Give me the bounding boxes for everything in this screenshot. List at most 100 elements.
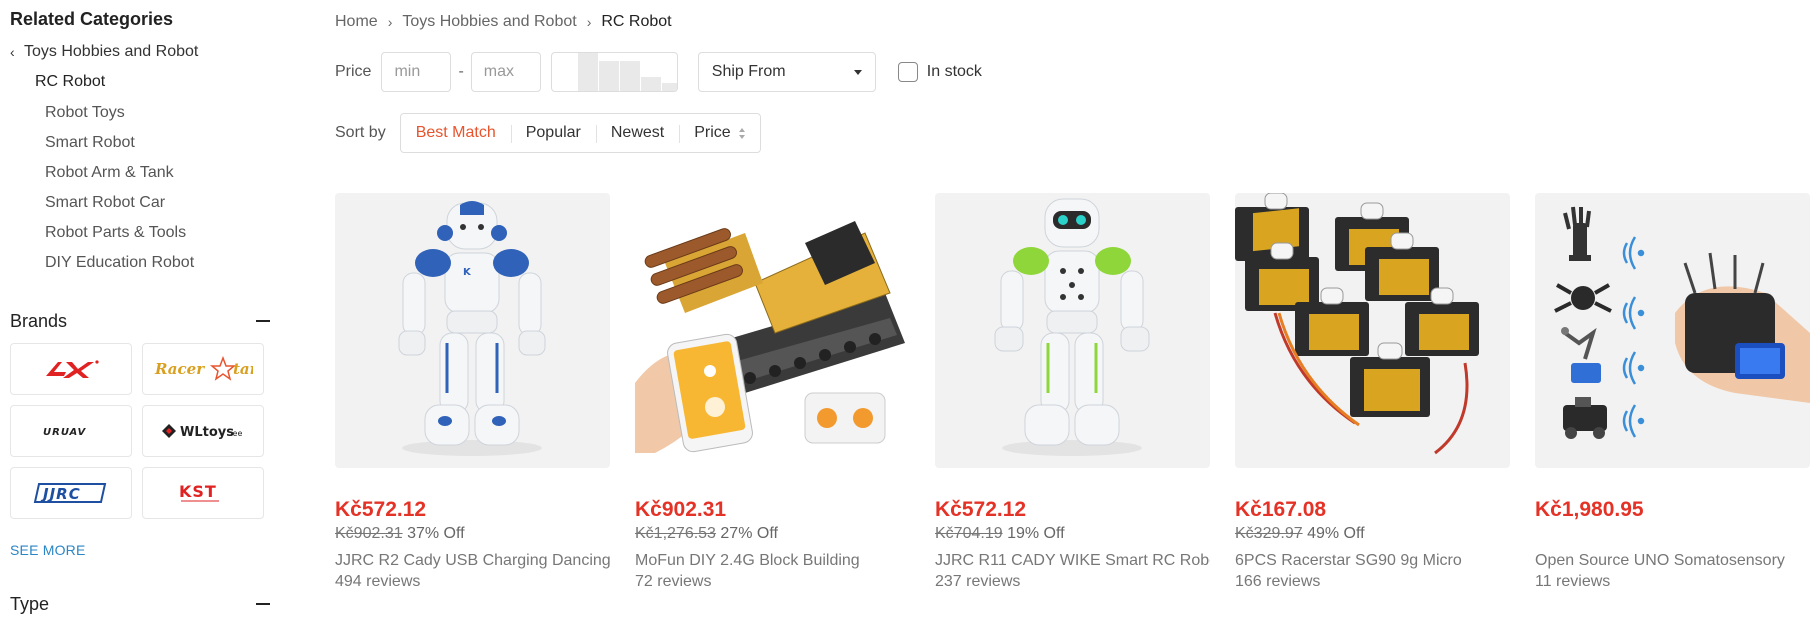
product-price: Kč572.12 [935,498,1027,521]
collapse-brands-icon[interactable] [256,320,270,322]
subcategory-item[interactable]: Robot Toys [45,103,194,133]
subcategory-list: Robot Toys Smart Robot Robot Arm & Tank … [45,103,194,283]
product-reviews[interactable]: 11 reviews [1535,573,1810,591]
product-card[interactable]: Kč167.08 Kč329.97 49% Off 6PCS Racerstar… [1235,193,1510,591]
histogram-bar [576,53,598,91]
product-title[interactable]: Open Source UNO Somatosensory [1535,552,1810,570]
product-image[interactable] [1535,193,1810,468]
product-reviews[interactable]: 166 reviews [1235,573,1510,591]
product-reviews[interactable]: 72 reviews [635,573,910,591]
racerstar-logo-icon: Racer tar [154,356,253,381]
product-image[interactable] [1235,193,1510,468]
product-grid: K Kč572.12 Kč902.31 37% Off JJRC R2 Cady [335,193,1810,591]
brand-tile-jjrc[interactable]: JJRC [10,467,132,519]
product-card[interactable]: Kč1,980.95 Open Source UNO Somatosensory… [1535,193,1810,591]
breadcrumb-current: RC Robot [601,13,672,30]
filter-row: Price min - max Ship From In stock [335,52,982,92]
sort-price-label: Price [694,124,731,141]
sort-label: Sort by [335,124,386,141]
product-image[interactable] [935,193,1210,468]
see-more-link[interactable]: SEE MORE [10,542,86,558]
subcategory-item[interactable]: Smart Robot Car [45,193,194,223]
product-price: Kč572.12 [335,498,427,521]
in-stock-label: In stock [926,63,982,80]
product-title[interactable]: MoFun DIY 2.4G Block Building [635,552,910,570]
sort-price[interactable]: Price [679,114,759,152]
product-title[interactable]: JJRC R2 Cady USB Charging Dancing [335,552,610,570]
sort-row: Sort by Best Match Popular Newest Price [335,113,761,153]
sort-newest[interactable]: Newest [595,114,679,152]
breadcrumb-toys-hobbies[interactable]: Toys Hobbies and Robot [402,13,576,31]
type-heading: Type [10,594,50,614]
servo-motors-icon [1235,193,1479,455]
product-discount: 49% Off [1307,525,1365,542]
chevron-right-icon: › [586,14,592,30]
product-card[interactable]: K Kč572.12 Kč902.31 37% Off JJRC R2 Cady [335,193,610,591]
in-stock-toggle[interactable]: In stock [897,62,982,82]
brand-grid: Racer tar URUAV WLtoys .ee JJRC [10,343,264,519]
kst-logo-icon: KST [179,482,219,502]
product-original-price: Kč704.19 [935,525,1003,542]
price-min-input[interactable]: min [381,52,452,92]
subcategory-item[interactable]: DIY Education Robot [45,253,194,283]
somatosensory-glove-icon [1554,206,1810,439]
related-categories-heading: Related Categories [10,9,174,29]
brand-tile-wltoys[interactable]: WLtoys .ee [142,405,264,457]
product-card[interactable]: Kč902.31 Kč1,276.53 27% Off MoFun DIY 2.… [635,193,910,591]
brand-tile-kst[interactable]: KST [142,467,264,519]
histogram-bar [639,77,661,91]
product-price: Kč167.08 [1235,498,1327,521]
product-reviews[interactable]: 237 reviews [935,573,1210,591]
product-original-price-row [1535,525,1810,545]
sort-best-match[interactable]: Best Match [401,114,511,152]
parent-category-label: Toys Hobbies and Robot [24,43,199,60]
chevron-right-icon: › [387,14,393,30]
product-reviews[interactable]: 494 reviews [335,573,610,591]
product-original-price-row: Kč902.31 37% Off [335,525,610,545]
product-image[interactable]: K [335,193,610,468]
subcategory-item[interactable]: Robot Parts & Tools [45,223,194,253]
price-max-input[interactable]: max [470,52,541,92]
product-original-price: Kč902.31 [335,525,403,542]
chevron-left-icon: ‹ [10,44,15,60]
jx-logo-icon [46,360,99,378]
product-image[interactable] [635,193,910,468]
in-stock-checkbox[interactable] [897,62,918,82]
robot-green-icon [994,198,1150,456]
sort-popular[interactable]: Popular [510,114,596,152]
current-category: RC Robot [35,73,106,90]
product-discount: 19% Off [1007,525,1065,542]
product-original-price: Kč329.97 [1235,525,1303,542]
jjrc-logo-icon: JJRC [33,483,107,503]
product-title[interactable]: JJRC R11 CADY WIKE Smart RC Robot [935,552,1210,570]
histogram-bar [660,83,677,91]
product-discount: 37% Off [407,525,465,542]
brand-tile-racerstar[interactable]: Racer tar [142,343,264,395]
product-title[interactable]: 6PCS Racerstar SG90 9g Micro [1235,552,1510,570]
sort-arrows-icon [738,127,745,139]
svg-text:JJRC: JJRC [40,485,81,503]
brand-tile-jx[interactable] [10,343,132,395]
svg-text:tar: tar [233,360,253,378]
svg-text:KST: KST [179,482,217,501]
subcategory-item[interactable]: Smart Robot [45,133,194,163]
ship-from-select[interactable]: Ship From [697,52,876,92]
uruav-logo-icon: URUAV [43,427,87,438]
product-original-price-row: Kč704.19 19% Off [935,525,1210,545]
svg-text:URUAV: URUAV [43,427,87,438]
price-dash: - [458,63,464,80]
product-original-price-row: Kč1,276.53 27% Off [635,525,910,545]
product-card[interactable]: Kč572.12 Kč704.19 19% Off JJRC R11 CADY … [935,193,1210,591]
svg-text:K: K [463,267,472,278]
histogram-bar [618,61,640,91]
breadcrumb: Home › Toys Hobbies and Robot › RC Robot [335,13,672,31]
wltoys-logo-icon: WLtoys .ee [162,424,242,440]
price-histogram[interactable] [550,52,678,92]
brand-tile-uruav[interactable]: URUAV [10,405,132,457]
ship-from-label: Ship From [711,63,786,80]
subcategory-item[interactable]: Robot Arm & Tank [45,163,194,193]
collapse-type-icon[interactable] [256,603,270,605]
breadcrumb-home[interactable]: Home [335,13,378,31]
parent-category-link[interactable]: ‹ Toys Hobbies and Robot [10,43,198,61]
histogram-bar [597,61,619,91]
